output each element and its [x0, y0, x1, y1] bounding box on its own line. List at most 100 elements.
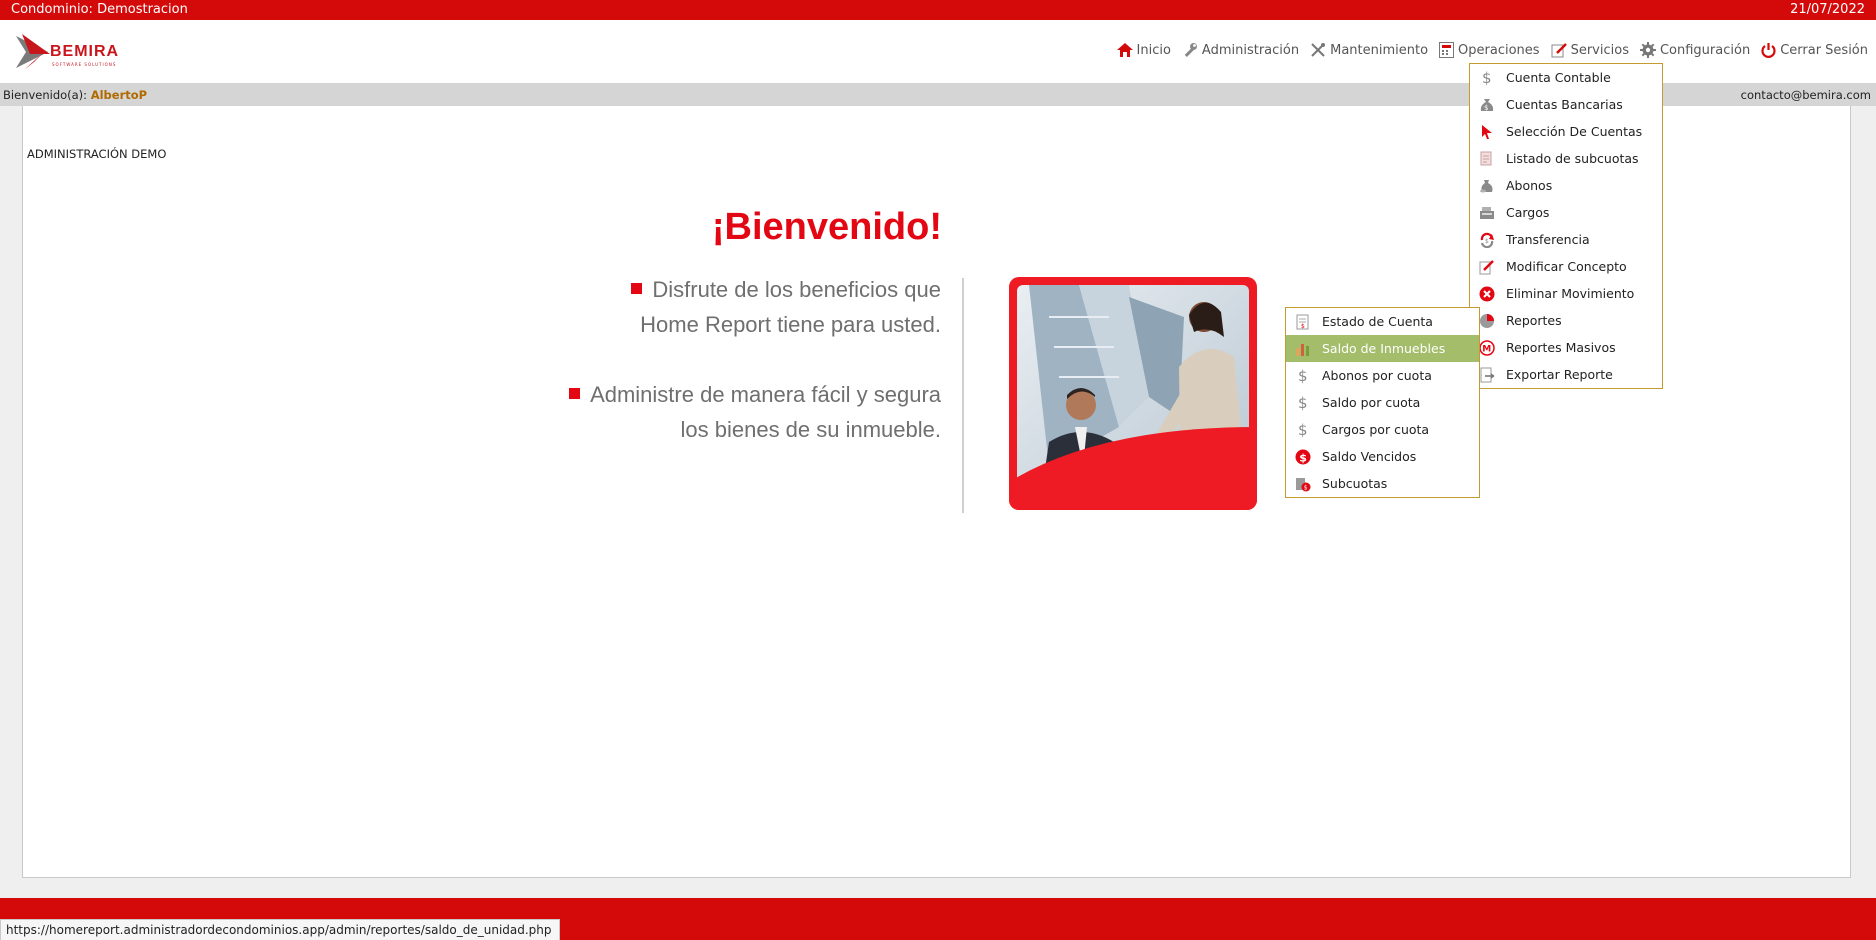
submenu-item-abonos-por-cuota[interactable]: $ Abonos por cuota — [1286, 362, 1479, 389]
menu-label: Abonos — [1506, 178, 1553, 193]
dollar-icon: $ — [1479, 70, 1495, 86]
nav-label: Administración — [1201, 42, 1300, 58]
submenu-item-estado-de-cuenta[interactable]: $ Estado de Cuenta — [1286, 308, 1479, 335]
benefit-1: Disfrute de los beneficios que Home Repo… — [631, 272, 941, 342]
svg-text:$: $ — [1304, 484, 1308, 491]
menu-label: Transferencia — [1506, 232, 1590, 247]
menu-label: Cuentas Bancarias — [1506, 97, 1623, 112]
cash-register-icon — [1479, 205, 1495, 221]
nav-label: Operaciones — [1458, 42, 1540, 58]
menu-item-cargos[interactable]: Cargos — [1470, 199, 1662, 226]
menu-item-exportar-reporte[interactable]: Exportar Reporte — [1470, 361, 1662, 388]
svg-text:$: $ — [1298, 368, 1308, 384]
svg-text:$: $ — [1298, 395, 1308, 411]
menu-item-reportes-masivos[interactable]: M Reportes Masivos — [1470, 334, 1662, 361]
svg-text:$: $ — [1298, 422, 1308, 438]
menu-label: Abonos por cuota — [1322, 368, 1432, 383]
menu-item-transferencia[interactable]: $ Transferencia — [1470, 226, 1662, 253]
menu-label: Reportes — [1506, 313, 1562, 328]
submenu-item-cargos-por-cuota[interactable]: $ Cargos por cuota — [1286, 416, 1479, 443]
menu-label: Cargos por cuota — [1322, 422, 1430, 437]
menu-item-listado-de-subcuotas[interactable]: Listado de subcuotas — [1470, 145, 1662, 172]
current-date: 21/07/2022 — [1790, 2, 1865, 17]
menu-label: Saldo de Inmuebles — [1322, 341, 1446, 356]
money-bag-icon: $ — [1479, 97, 1495, 113]
menu-label: Cuenta Contable — [1506, 70, 1611, 85]
gear-icon — [1639, 42, 1656, 58]
bullet-icon — [569, 388, 581, 399]
menu-item-seleccion-de-cuentas[interactable]: Selección De Cuentas — [1470, 118, 1662, 145]
pie-chart-icon — [1479, 313, 1495, 329]
top-bar: Condominio: Demostracion 21/07/2022 — [0, 0, 1876, 20]
submenu-item-subcuotas[interactable]: $ Subcuotas — [1286, 470, 1479, 497]
nav-administracion[interactable]: Administración — [1182, 42, 1299, 58]
main-nav: Inicio Administración Mantenimiento Oper… — [1106, 42, 1868, 58]
nav-label: Cerrar Sesión — [1780, 42, 1868, 58]
nav-mantenimiento[interactable]: Mantenimiento — [1310, 42, 1428, 58]
statement-icon: $ — [1295, 314, 1311, 330]
menu-label: Cargos — [1506, 205, 1550, 220]
menu-label: Modificar Concepto — [1506, 259, 1627, 274]
menu-item-modificar-concepto[interactable]: Modificar Concepto — [1470, 253, 1662, 280]
dollar-icon: $ — [1295, 395, 1311, 411]
svg-text:$: $ — [1485, 238, 1489, 245]
operaciones-dropdown: $ Cuenta Contable $ Cuentas Bancarias Se… — [1469, 63, 1663, 389]
benefit-1-line-2: Home Report tiene para usted. — [640, 312, 941, 337]
benefit-2: Administre de manera fácil y segura los … — [569, 377, 941, 447]
menu-item-reportes[interactable]: Reportes — [1470, 307, 1662, 334]
menu-label: Exportar Reporte — [1506, 367, 1613, 382]
menu-item-cuentas-bancarias[interactable]: $ Cuentas Bancarias — [1470, 91, 1662, 118]
svg-text:$: $ — [1482, 70, 1492, 86]
bullet-icon — [631, 283, 643, 294]
menu-label: Eliminar Movimiento — [1506, 286, 1635, 301]
welcome-heading: ¡Bienvenido! — [711, 206, 942, 248]
username: AlbertoP — [90, 88, 148, 102]
tools-icon — [1311, 43, 1326, 57]
submenu-item-saldo-vencidos[interactable]: $ Saldo Vencidos — [1286, 443, 1479, 470]
menu-item-eliminar-movimiento[interactable]: Eliminar Movimiento — [1470, 280, 1662, 307]
coin-bag-icon — [1479, 178, 1495, 194]
svg-text:M: M — [1482, 344, 1491, 354]
nav-servicios[interactable]: Servicios — [1551, 42, 1629, 58]
power-icon — [1761, 43, 1776, 58]
edit-icon — [1551, 43, 1567, 58]
dollar-icon: $ — [1295, 422, 1311, 438]
list-icon — [1479, 151, 1495, 167]
transfer-icon: $ — [1479, 232, 1495, 248]
logo-brand-text: BEMIRA — [50, 43, 120, 60]
submenu-item-saldo-de-inmuebles[interactable]: Saldo de Inmuebles — [1286, 335, 1479, 362]
submenu-item-saldo-por-cuota[interactable]: $ Saldo por cuota — [1286, 389, 1479, 416]
link-status-bar: https://homereport.administradordecondom… — [0, 919, 560, 940]
mass-report-icon: M — [1479, 339, 1495, 356]
nav-cerrar-sesion[interactable]: Cerrar Sesión — [1761, 42, 1868, 58]
svg-text:$: $ — [1301, 323, 1305, 330]
bar-chart-icon — [1295, 341, 1311, 357]
contact-email: contacto@bemira.com — [1740, 88, 1871, 102]
dollar-icon: $ — [1295, 368, 1311, 384]
subcuotas-icon: $ — [1295, 476, 1311, 492]
menu-label: Saldo Vencidos — [1322, 449, 1417, 464]
menu-label: Estado de Cuenta — [1322, 314, 1433, 329]
wrench-icon — [1184, 43, 1197, 57]
benefit-2-line-1: Administre de manera fácil y segura — [569, 377, 941, 412]
welcome-prefix: Bienvenido(a): — [3, 88, 91, 102]
business-handshake-image — [1009, 277, 1257, 510]
nav-inicio[interactable]: Inicio — [1116, 42, 1171, 58]
svg-text:$: $ — [1484, 104, 1488, 112]
menu-item-cuenta-contable[interactable]: $ Cuenta Contable — [1470, 64, 1662, 91]
logo-mark-icon — [16, 34, 50, 70]
home-icon — [1116, 43, 1133, 57]
menu-label: Reportes Masivos — [1506, 340, 1616, 355]
bemira-logo[interactable]: BEMIRA SOFTWARE SOLUTIONS — [12, 32, 137, 72]
nav-configuracion[interactable]: Configuración — [1639, 42, 1750, 58]
menu-label: Selección De Cuentas — [1506, 124, 1643, 139]
nav-label: Mantenimiento — [1330, 42, 1429, 58]
nav-operaciones[interactable]: Operaciones — [1439, 42, 1540, 58]
dollar-circle-icon: $ — [1295, 449, 1311, 465]
logo-tagline: SOFTWARE SOLUTIONS — [52, 62, 117, 67]
welcome-text: Bienvenido(a): AlbertoP — [3, 88, 147, 102]
menu-item-abonos[interactable]: Abonos — [1470, 172, 1662, 199]
menu-label: Subcuotas — [1322, 476, 1388, 491]
vertical-divider — [962, 278, 964, 513]
benefit-1-line-1: Disfrute de los beneficios que — [631, 272, 941, 307]
